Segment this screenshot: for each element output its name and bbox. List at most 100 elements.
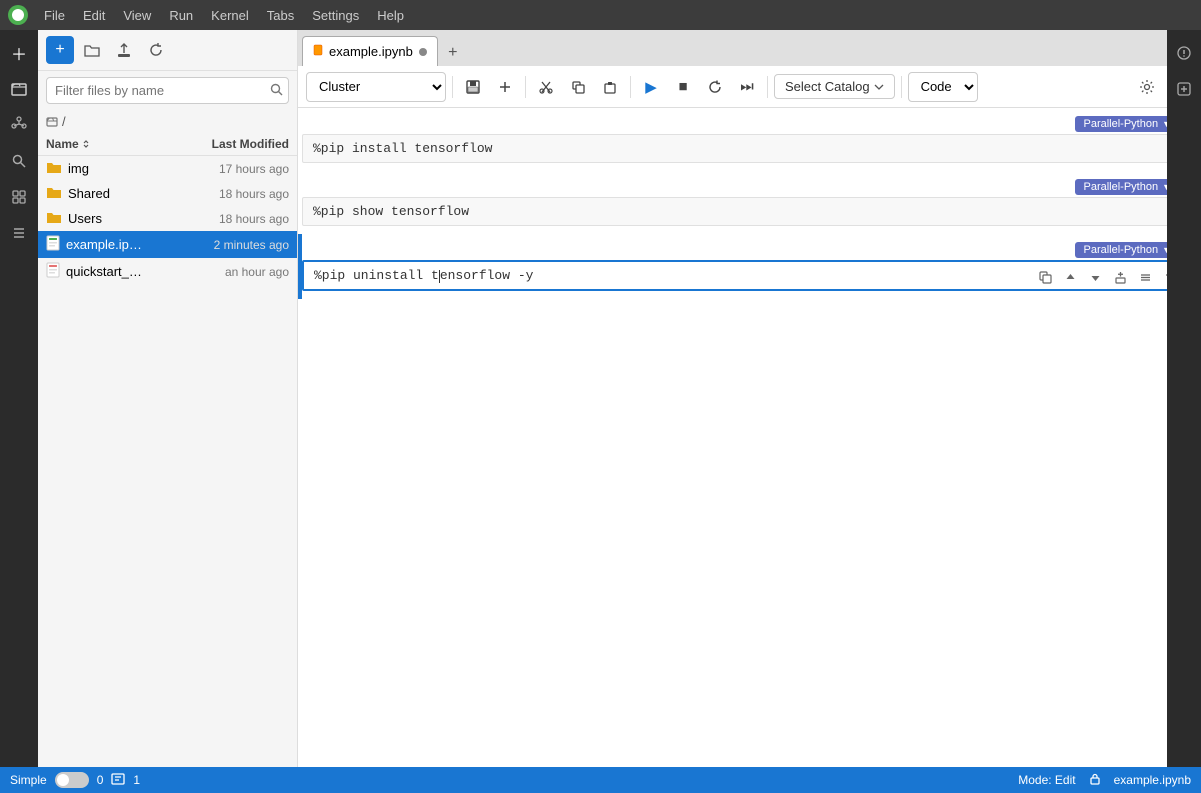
notebook-tabs: example.ipynb +	[298, 30, 1201, 66]
file-name: Shared	[68, 186, 173, 201]
menu-bar: File Edit View Run Kernel Tabs Settings …	[0, 0, 1201, 30]
icon-num: 1	[133, 773, 140, 787]
menu-file[interactable]: File	[36, 6, 73, 25]
cell-code: %pip uninstall tensorflow -y	[314, 268, 533, 283]
cell-move-down-btn[interactable]	[1084, 266, 1106, 288]
code-cell[interactable]: %pip install tensorflow	[302, 134, 1187, 163]
file-list-header: Name Last Modified	[38, 133, 297, 156]
restart-btn[interactable]	[701, 73, 729, 101]
menu-kernel[interactable]: Kernel	[203, 6, 257, 25]
toolbar-separator	[452, 76, 453, 98]
status-right: Mode: Edit example.ipynb	[1018, 772, 1191, 789]
run-all-btn[interactable]: ⏭	[733, 73, 761, 101]
cell-container: Parallel-Python ▼ %pip uninstall tensorf…	[298, 234, 1187, 299]
cell-container: Parallel-Python ▼ %pip show tensorflow	[298, 171, 1187, 234]
toolbar-separator	[901, 76, 902, 98]
right-panel-btn-2[interactable]	[1169, 74, 1199, 104]
catalog-select-btn[interactable]: Select Catalog	[774, 74, 895, 99]
right-icon-bar	[1167, 30, 1201, 767]
search-container	[46, 77, 289, 104]
git-btn[interactable]	[4, 110, 34, 140]
zero-indicator: 0	[97, 773, 104, 787]
paste-btn[interactable]	[596, 73, 624, 101]
content-area: example.ipynb + Cluster	[298, 30, 1201, 767]
copy-btn[interactable]	[564, 73, 592, 101]
toolbar-separator	[525, 76, 526, 98]
stop-btn[interactable]: ■	[669, 73, 697, 101]
extensions-btn[interactable]	[4, 182, 34, 212]
active-code-cell[interactable]: %pip uninstall tensorflow -y	[302, 260, 1187, 291]
file-name-status: example.ipynb	[1114, 773, 1191, 787]
folder-icon	[46, 210, 62, 227]
list-item[interactable]: example.ip… 2 minutes ago	[38, 231, 297, 258]
list-item[interactable]: Users 18 hours ago	[38, 206, 297, 231]
parallel-badge[interactable]: Parallel-Python ▼	[1075, 179, 1179, 195]
file-name: Users	[68, 211, 173, 226]
cell-add-below-btn[interactable]	[1109, 266, 1131, 288]
cell-content-area: Parallel-Python ▼ %pip install tensorflo…	[302, 108, 1187, 171]
cell-container: Parallel-Python ▼ %pip install tensorflo…	[298, 108, 1187, 171]
list-item[interactable]: quickstart_… an hour ago	[38, 258, 297, 285]
toolbar-separator	[630, 76, 631, 98]
cell-content-area: Parallel-Python ▼ %pip uninstall tensorf…	[302, 234, 1187, 299]
status-bar: Simple 0 1 Mode: Edit example.ipynb	[0, 767, 1201, 793]
parallel-badge[interactable]: Parallel-Python ▼	[1075, 242, 1179, 258]
file-list: img 17 hours ago Shared 18 hours ago	[38, 156, 297, 767]
list-item[interactable]: Shared 18 hours ago	[38, 181, 297, 206]
code-cell[interactable]: %pip show tensorflow	[302, 197, 1187, 226]
tab-label: example.ipynb	[329, 44, 413, 59]
file-browser-btn[interactable]	[4, 74, 34, 104]
menu-edit[interactable]: Edit	[75, 6, 113, 25]
breadcrumb-path: /	[62, 114, 66, 129]
open-folder-btn[interactable]	[78, 36, 106, 64]
upload-btn[interactable]	[110, 36, 138, 64]
toolbar-separator	[767, 76, 768, 98]
file-panel-toolbar: +	[38, 30, 297, 71]
add-cell-btn[interactable]	[491, 73, 519, 101]
file-name: example.ip…	[66, 237, 173, 252]
menu-settings[interactable]: Settings	[304, 6, 367, 25]
new-file-btn[interactable]: +	[46, 36, 74, 64]
mode-label: Mode: Edit	[1018, 773, 1075, 787]
breadcrumb[interactable]: /	[38, 110, 297, 133]
file-name: quickstart_…	[66, 264, 173, 279]
settings-btn[interactable]	[1133, 73, 1161, 101]
simple-toggle[interactable]	[55, 772, 89, 788]
main-layout: ＋	[0, 30, 1201, 767]
name-col-header[interactable]: Name	[46, 137, 169, 151]
refresh-btn[interactable]	[142, 36, 170, 64]
menu-tabs[interactable]: Tabs	[259, 6, 302, 25]
save-btn[interactable]	[459, 73, 487, 101]
cut-btn[interactable]	[532, 73, 560, 101]
simple-label: Simple	[10, 773, 47, 787]
new-launcher-btn[interactable]: ＋	[4, 38, 34, 68]
menu-run[interactable]: Run	[161, 6, 201, 25]
parallel-badge[interactable]: Parallel-Python ▼	[1075, 116, 1179, 132]
cell-copy-btn[interactable]	[1034, 266, 1056, 288]
search-icon	[270, 83, 283, 99]
cell-code: %pip show tensorflow	[313, 204, 469, 219]
menu-view[interactable]: View	[115, 6, 159, 25]
text-cursor	[439, 270, 440, 283]
notebook-icon	[46, 235, 60, 254]
file-icon	[46, 262, 60, 281]
unsaved-dot	[419, 48, 427, 56]
list-item[interactable]: img 17 hours ago	[38, 156, 297, 181]
cell-move-up-btn[interactable]	[1059, 266, 1081, 288]
cell-more-btn[interactable]	[1134, 266, 1156, 288]
tab-example[interactable]: example.ipynb	[302, 36, 438, 66]
folder-icon	[46, 185, 62, 202]
table-btn[interactable]	[4, 218, 34, 248]
cluster-select[interactable]: Cluster	[306, 72, 446, 102]
code-type-select[interactable]: Code	[908, 72, 978, 102]
right-panel-btn-1[interactable]	[1169, 38, 1199, 68]
search-panel-btn[interactable]	[4, 146, 34, 176]
run-btn[interactable]: ▶	[637, 73, 665, 101]
file-modified: 17 hours ago	[179, 162, 289, 176]
tab-icon	[313, 44, 323, 59]
file-modified: 2 minutes ago	[179, 238, 289, 252]
add-tab-btn[interactable]: +	[440, 40, 466, 66]
search-input[interactable]	[46, 77, 289, 104]
file-panel: +	[38, 30, 298, 767]
menu-help[interactable]: Help	[369, 6, 412, 25]
